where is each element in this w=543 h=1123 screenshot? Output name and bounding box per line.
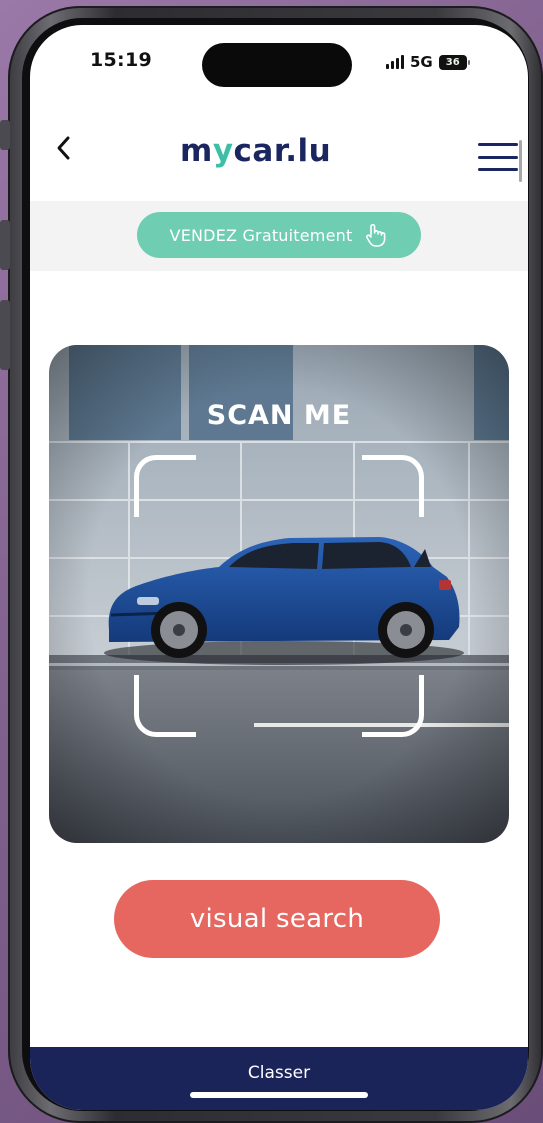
bottom-sort-bar[interactable]: Classer — [30, 1047, 528, 1110]
logo-text-m: m — [180, 133, 213, 169]
action-button — [0, 120, 10, 150]
hamburger-menu-icon[interactable] — [478, 143, 518, 171]
home-indicator[interactable] — [190, 1092, 368, 1098]
volume-down-button — [0, 300, 10, 370]
scrollbar[interactable] — [519, 140, 522, 182]
logo-text-y: y — [212, 133, 234, 169]
volume-up-button — [0, 220, 10, 270]
visual-search-button[interactable]: visual search — [114, 880, 440, 958]
back-button[interactable] — [50, 133, 78, 169]
phone-screen: 15:19 5G 36 mycar.lu VENDEZ Gratuitement — [30, 25, 528, 1110]
status-time: 15:19 — [90, 49, 152, 71]
chevron-left-icon — [57, 136, 70, 160]
status-indicators: 5G 36 — [386, 52, 470, 72]
sell-free-button[interactable]: VENDEZ Gratuitement — [137, 212, 421, 258]
background: 15:19 5G 36 mycar.lu VENDEZ Gratuitement — [0, 0, 543, 1123]
scan-title: SCAN ME — [206, 400, 352, 431]
network-type: 5G — [410, 53, 433, 71]
pointing-hand-icon — [366, 223, 386, 247]
sell-free-label: VENDEZ Gratuitement — [169, 225, 353, 245]
sort-label: Classer — [247, 1063, 311, 1083]
scan-card[interactable]: SCAN ME — [49, 345, 509, 843]
scan-frame-corner-tr — [362, 455, 424, 517]
brand-logo[interactable]: mycar.lu — [180, 133, 390, 177]
scan-frame-corner-br — [362, 675, 424, 737]
battery-level: 36 — [445, 56, 460, 68]
signal-icon — [386, 55, 404, 69]
battery-icon: 36 — [438, 54, 470, 70]
scan-frame-corner-tl — [134, 455, 196, 517]
logo-text-domain: car.lu — [233, 133, 332, 169]
scan-frame-corner-bl — [134, 675, 196, 737]
dynamic-island — [202, 43, 352, 87]
